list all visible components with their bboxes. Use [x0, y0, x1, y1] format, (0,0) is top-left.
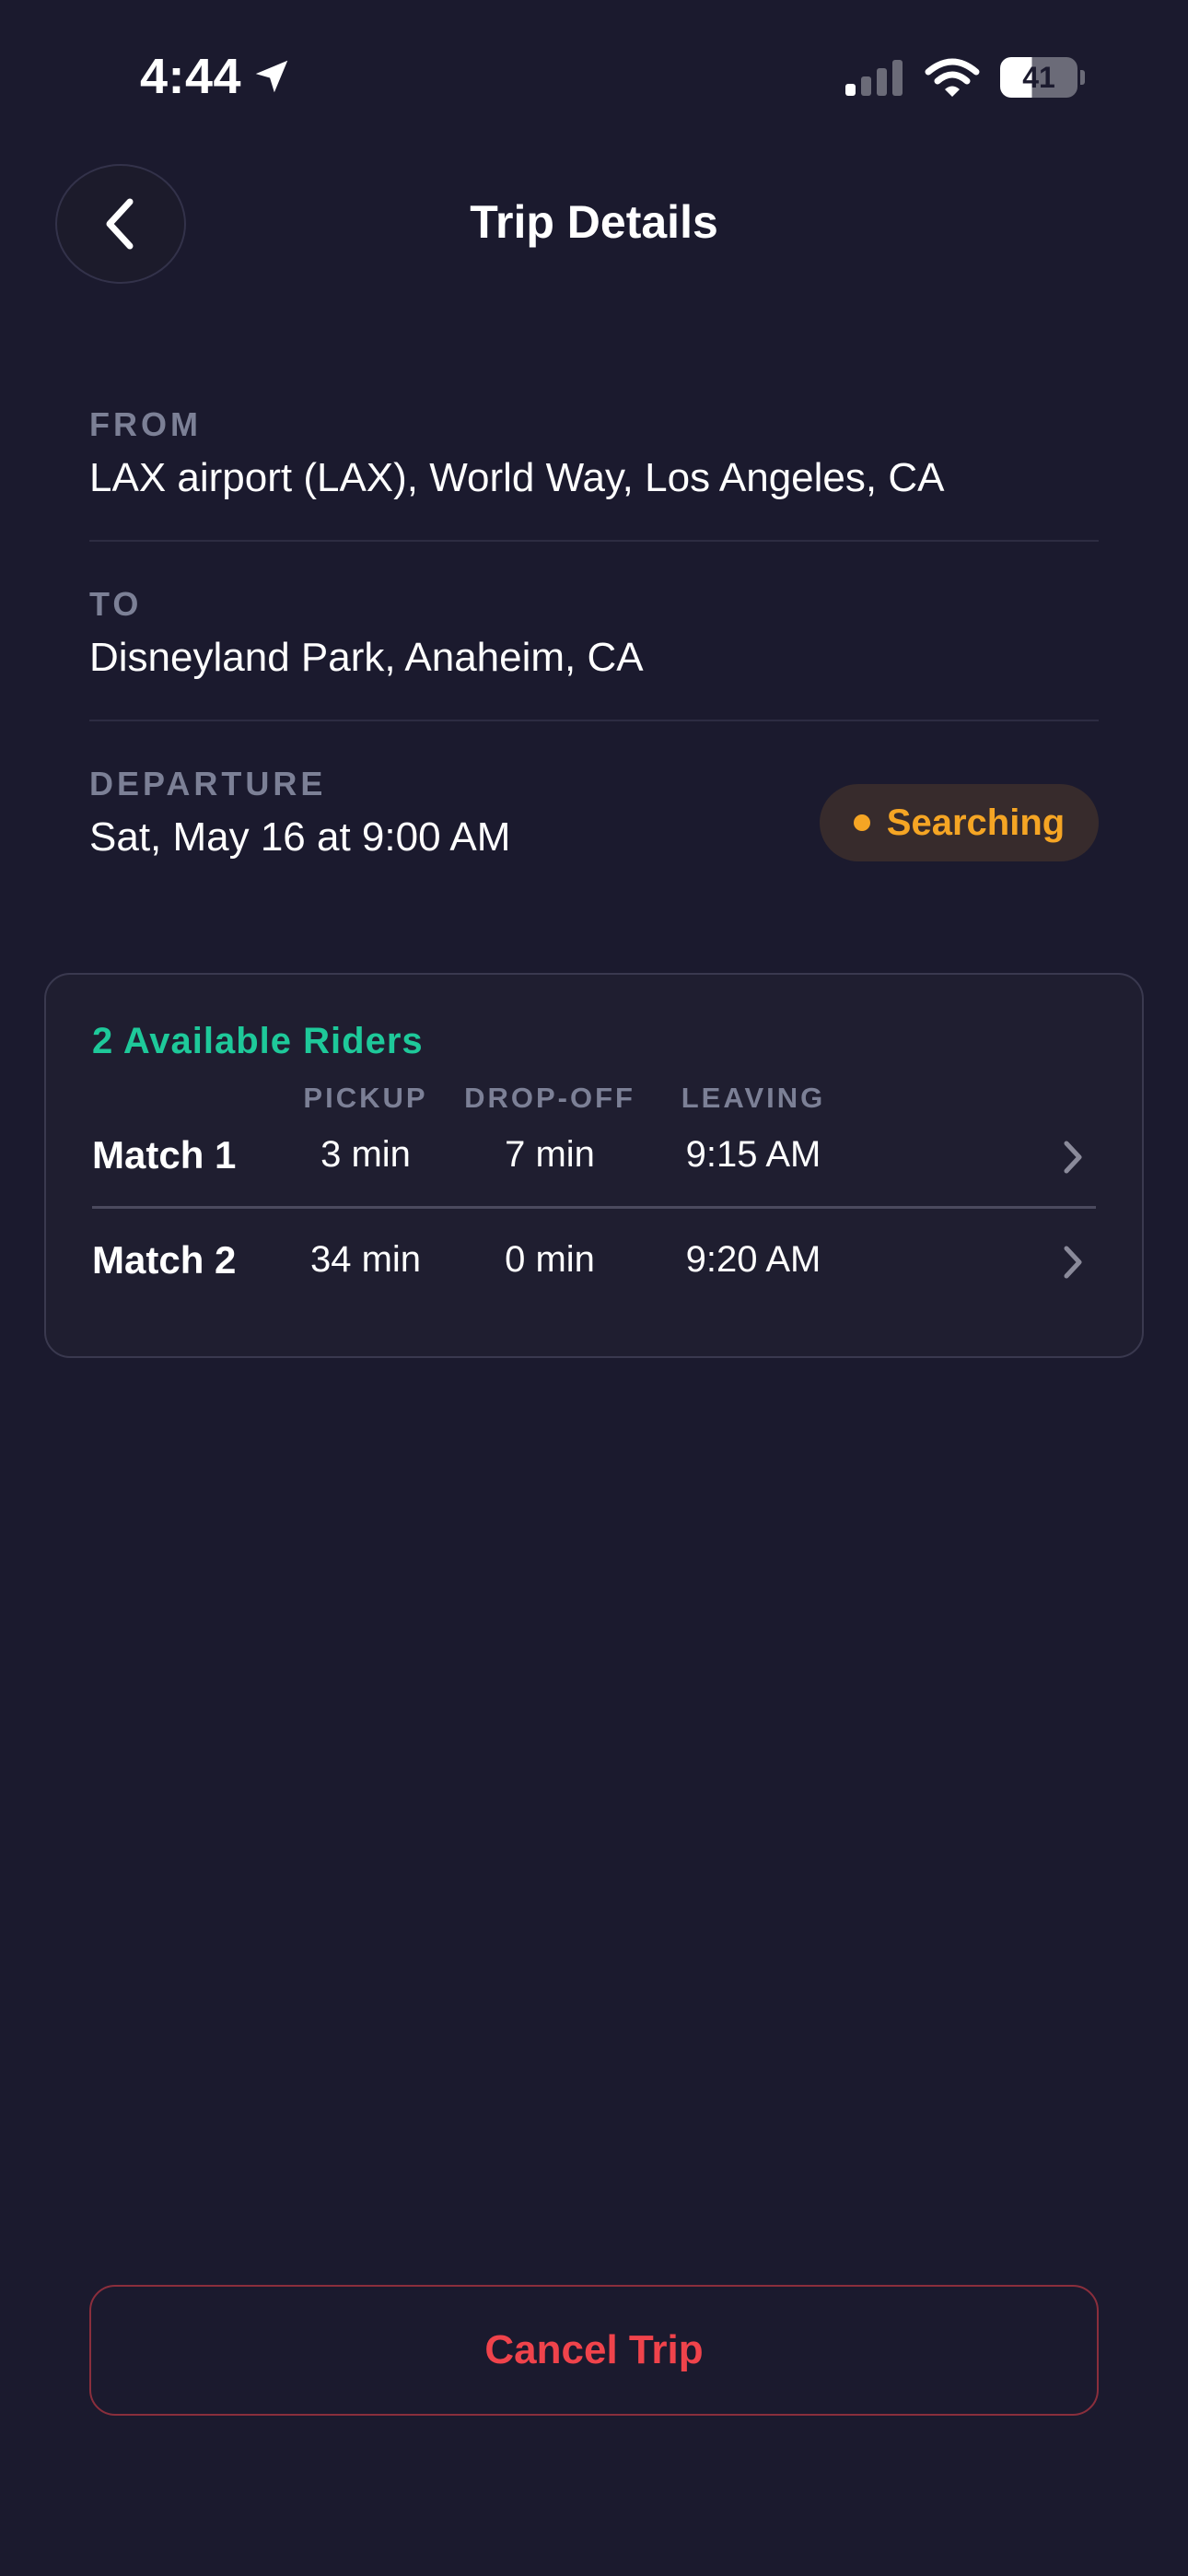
status-dot-icon — [853, 814, 870, 831]
available-riders-title: 2 Available Riders — [92, 1021, 424, 1061]
departure-value: Sat, May 16 at 9:00 AM — [89, 814, 511, 860]
status-bar-time: 4:44 — [140, 48, 293, 105]
match-leaving-time: 9:15 AM — [685, 1134, 821, 1175]
status-badge: Searching — [820, 784, 1099, 861]
match-pickup-time: 34 min — [309, 1239, 422, 1280]
from-label: FROM — [89, 405, 202, 443]
from-value: LAX airport (LAX), World Way, Los Angele… — [89, 455, 945, 500]
cellular-signal-icon — [845, 60, 903, 96]
departure-label: DEPARTURE — [89, 765, 327, 802]
divider — [89, 720, 1099, 721]
chevron-right-icon — [1064, 1141, 1082, 1174]
battery-indicator: 41 — [1000, 57, 1085, 98]
match-name: Match 1 — [92, 1133, 237, 1177]
clock-text: 4:44 — [140, 49, 242, 104]
match-leaving-time: 9:20 AM — [685, 1239, 821, 1280]
column-header-dropoff: DROP-OFF — [464, 1082, 635, 1114]
match-dropoff-time: 0 min — [505, 1239, 595, 1280]
to-value: Disneyland Park, Anaheim, CA — [89, 635, 644, 680]
wifi-icon — [925, 58, 980, 97]
match-pickup-time: 3 min — [320, 1134, 411, 1175]
chevron-right-icon — [1064, 1246, 1082, 1279]
battery-cap — [1080, 70, 1085, 85]
to-label: TO — [89, 585, 143, 623]
divider — [89, 540, 1099, 542]
column-header-pickup: PICKUP — [303, 1082, 428, 1114]
status-bar-indicators: 41 — [844, 57, 1085, 98]
match-name: Match 2 — [92, 1238, 237, 1282]
status-badge-label: Searching — [886, 802, 1066, 843]
location-arrow-icon — [255, 60, 288, 93]
divider — [92, 1206, 1096, 1209]
cancel-trip-button[interactable]: Cancel Trip — [89, 2285, 1099, 2416]
match-dropoff-time: 7 min — [505, 1134, 595, 1175]
battery-level: 41 — [1000, 57, 1077, 98]
page-title: Trip Details — [470, 196, 718, 248]
column-header-leaving: LEAVING — [681, 1082, 826, 1114]
